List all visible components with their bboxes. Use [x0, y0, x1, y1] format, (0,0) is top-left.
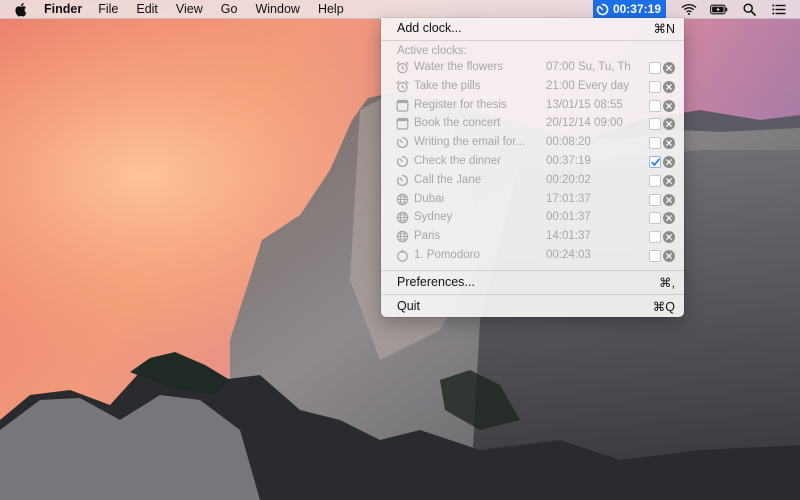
menu-app-name[interactable]: Finder [44, 0, 82, 18]
preferences-shortcut: ⌘, [659, 275, 675, 290]
menu-separator [381, 40, 684, 41]
clock-visible-checkbox[interactable] [649, 212, 661, 225]
timer-icon [396, 174, 409, 187]
clock-row[interactable]: Register for thesis 13/01/15 08:55 [381, 96, 684, 115]
calendar-icon [396, 117, 409, 130]
quit-menu-item[interactable]: Quit ⌘Q [381, 296, 684, 316]
clock-name: Writing the email for... [414, 136, 525, 149]
clock-value: 07:00 Su, Tu, Th [546, 61, 631, 73]
remove-clock-icon[interactable] [663, 80, 675, 93]
timer-icon [596, 2, 610, 16]
clock-value: 00:08:20 [546, 136, 591, 149]
apple-logo-icon[interactable] [14, 1, 28, 17]
clock-visible-checkbox[interactable] [649, 99, 661, 112]
remove-clock-icon[interactable] [663, 137, 675, 150]
alarm-icon [396, 80, 409, 93]
clock-name: Call the Jane [414, 173, 482, 186]
clock-visible-checkbox[interactable] [649, 118, 661, 131]
add-clock-menu-item[interactable]: Add clock... ⌘N [381, 18, 684, 38]
remove-clock-icon[interactable] [663, 231, 675, 244]
clock-visible-checkbox[interactable] [649, 80, 661, 93]
clock-row[interactable]: Sydney 00:01:37 [381, 208, 684, 227]
wifi-icon[interactable] [680, 2, 698, 16]
clock-value: 00:20:02 [546, 173, 591, 186]
clock-row[interactable]: Call the Jane 00:20:02 [381, 171, 684, 190]
clock-visible-checkbox[interactable] [649, 156, 661, 168]
remove-clock-icon[interactable] [663, 156, 675, 168]
remove-clock-icon[interactable] [663, 174, 675, 187]
clock-status-time: 00:37:19 [612, 2, 661, 16]
clock-row[interactable]: Writing the email for... 00:08:20 [381, 133, 684, 152]
clock-row[interactable]: Book the concert 20/12/14 09:00 [381, 114, 684, 133]
menu-help[interactable]: Help [318, 0, 344, 18]
search-icon[interactable] [740, 2, 758, 16]
menu-separator [381, 270, 684, 271]
checkmark-icon [650, 158, 660, 166]
remove-clock-icon[interactable] [663, 99, 675, 112]
clock-visible-checkbox[interactable] [649, 193, 661, 206]
clock-name: Paris [414, 230, 441, 243]
clock-row[interactable]: Dubai 17:01:37 [381, 190, 684, 209]
clock-value: 00:01:37 [546, 211, 591, 224]
clock-name: Dubai [414, 192, 445, 205]
menu-file[interactable]: File [98, 0, 118, 18]
clock-visible-checkbox[interactable] [649, 62, 661, 74]
clock-value: 13/01/15 08:55 [546, 98, 623, 111]
clock-visible-checkbox[interactable] [649, 137, 661, 150]
clock-value: 20/12/14 09:00 [546, 117, 623, 130]
clock-row[interactable]: Paris 14:01:37 [381, 227, 684, 246]
clock-name: Sydney [414, 211, 453, 224]
clock-row[interactable]: 1. Pomodoro 00:24:03 [381, 246, 684, 265]
clock-name: Check the dinner [414, 155, 501, 167]
menu-go[interactable]: Go [221, 0, 238, 18]
clock-name: Water the flowers [414, 61, 504, 73]
clock-value: 17:01:37 [546, 192, 591, 205]
clock-value: 00:24:03 [546, 249, 591, 261]
add-clock-label: Add clock... [397, 21, 462, 35]
quit-shortcut: ⌘Q [652, 299, 675, 314]
alarm-icon [396, 61, 409, 74]
clock-name: 1. Pomodoro [414, 249, 480, 261]
clock-name: Book the concert [414, 117, 501, 130]
menu-bar: Finder File Edit View Go Window Help 00:… [0, 0, 800, 19]
remove-clock-icon[interactable] [663, 212, 675, 225]
remove-clock-icon[interactable] [663, 118, 675, 131]
clock-dropdown-menu: Add clock... ⌘N Active clocks: Water the… [381, 18, 684, 317]
menu-view[interactable]: View [176, 0, 203, 18]
clock-value: 14:01:37 [546, 230, 591, 243]
calendar-icon [396, 99, 409, 112]
preferences-menu-item[interactable]: Preferences... ⌘, [381, 272, 684, 292]
clock-row[interactable]: Take the pills 21:00 Every day [381, 77, 684, 96]
clock-row[interactable]: Check the dinner 00:37:19 [381, 152, 684, 171]
menu-edit[interactable]: Edit [136, 0, 158, 18]
notification-center-icon[interactable] [770, 2, 788, 16]
clock-status-item[interactable]: 00:37:19 [592, 0, 666, 18]
remove-clock-icon[interactable] [663, 193, 675, 206]
menu-window[interactable]: Window [255, 0, 299, 18]
battery-icon[interactable] [710, 2, 728, 16]
clock-name: Register for thesis [414, 98, 507, 111]
clock-visible-checkbox[interactable] [649, 231, 661, 244]
clock-value: 21:00 Every day [546, 79, 630, 92]
preferences-label: Preferences... [397, 275, 475, 289]
pomodoro-icon [396, 249, 409, 262]
add-clock-shortcut: ⌘N [653, 21, 675, 36]
clock-visible-checkbox[interactable] [649, 250, 661, 262]
clock-row[interactable]: Water the flowers 07:00 Su, Tu, Th [381, 58, 684, 77]
menu-separator [381, 294, 684, 295]
globe-icon [396, 211, 409, 224]
clock-value: 00:37:19 [546, 155, 591, 167]
timer-icon [396, 155, 409, 168]
quit-label: Quit [397, 299, 420, 313]
active-clocks-header: Active clocks: [397, 45, 467, 57]
remove-clock-icon[interactable] [663, 250, 675, 262]
globe-icon [396, 193, 409, 206]
clock-name: Take the pills [414, 79, 481, 92]
remove-clock-icon[interactable] [663, 62, 675, 74]
clock-visible-checkbox[interactable] [649, 174, 661, 187]
timer-icon [396, 136, 409, 149]
globe-icon [396, 230, 409, 243]
